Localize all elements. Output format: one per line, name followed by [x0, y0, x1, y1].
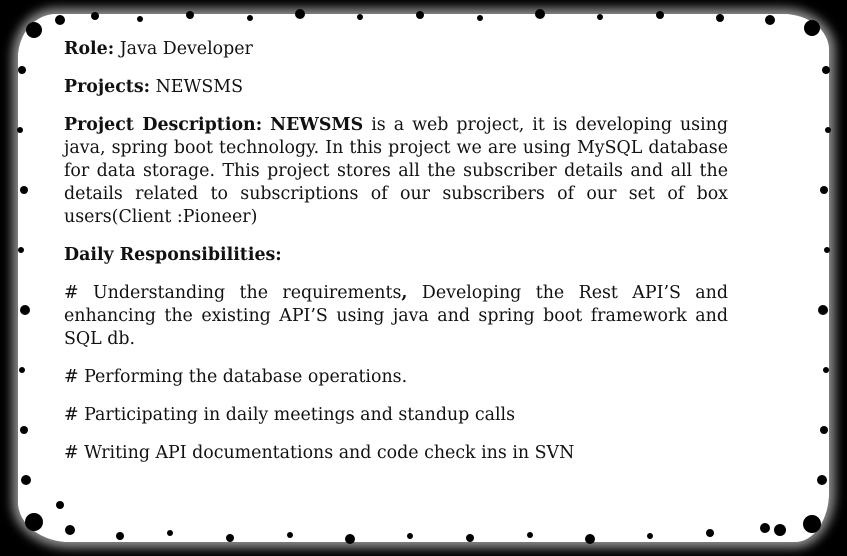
- projects-line: Projects: NEWSMS: [64, 76, 728, 99]
- project-description-label: Project Description:: [64, 115, 263, 135]
- responsibility-item: # Writing API documentations and code ch…: [64, 442, 728, 465]
- role-label: Role:: [64, 39, 115, 59]
- responsibility-item: # Participating in daily meetings and st…: [64, 404, 728, 427]
- projects-label: Projects:: [64, 77, 151, 97]
- daily-responsibilities-label: Daily Responsibilities:: [64, 245, 282, 265]
- responsibility-item: # Performing the database operations.: [64, 366, 728, 389]
- project-description-paragraph: Project Description: NEWSMS is a web pro…: [64, 114, 728, 229]
- projects-value: NEWSMS: [155, 77, 243, 97]
- document-content: Role: Java Developer Projects: NEWSMS Pr…: [64, 38, 728, 480]
- role-value: Java Developer: [119, 39, 253, 59]
- daily-responsibilities-heading: Daily Responsibilities:: [64, 244, 728, 267]
- responsibility-item-2-text: # Performing the database operations.: [64, 367, 408, 387]
- document-frame: Role: Java Developer Projects: NEWSMS Pr…: [0, 0, 847, 556]
- responsibility-item-3-text: # Participating in daily meetings and st…: [64, 405, 516, 425]
- responsibility-item-1-part1: # Understanding the requirements: [64, 283, 402, 303]
- role-line: Role: Java Developer: [64, 38, 728, 61]
- responsibility-item-4-text: # Writing API documentations and code ch…: [64, 443, 575, 463]
- project-name: NEWSMS: [270, 115, 364, 135]
- responsibility-item: # Understanding the requirements, Develo…: [64, 282, 728, 351]
